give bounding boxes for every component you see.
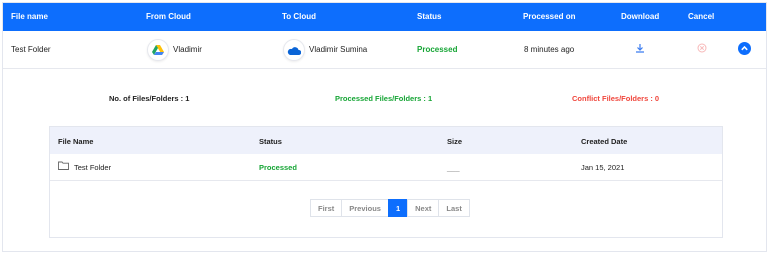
cancel-icon[interactable] [697, 43, 707, 55]
detail-col-file-name: File Name [58, 137, 94, 146]
table-header: File name From Cloud To Cloud Status Pro… [3, 3, 766, 31]
row-file-name: Test Folder [11, 45, 51, 54]
current-page-button[interactable]: 1 [387, 199, 409, 217]
onedrive-icon [283, 39, 305, 61]
chevron-up-icon[interactable] [738, 42, 751, 57]
col-status: Status [417, 12, 442, 21]
detail-size: ___ [447, 163, 460, 172]
files-detail-table: File Name Status Size Created Date Test … [49, 126, 723, 238]
detail-file-name: Test Folder [74, 163, 112, 172]
table-row[interactable]: Test Folder Vladimir Vladimir Sumina Pro… [3, 31, 766, 69]
detail-col-created: Created Date [581, 137, 628, 146]
conflict-count: Conflict Files/Folders : 0 [572, 94, 660, 103]
first-page-button[interactable]: First [310, 199, 343, 217]
detail-created: Jan 15, 2021 [581, 163, 625, 172]
row-to-cloud: Vladimir Sumina [309, 45, 368, 54]
files-count: No. of Files/Folders : 1 [109, 94, 190, 103]
folder-icon [58, 161, 69, 172]
processed-count: Processed Files/Folders : 1 [335, 94, 433, 103]
row-status: Processed [417, 45, 458, 54]
detail-status: Processed [259, 163, 297, 172]
pagination: First Previous 1 Next Last [310, 199, 470, 217]
download-icon[interactable] [635, 43, 645, 55]
transfer-panel: File name From Cloud To Cloud Status Pro… [2, 2, 767, 252]
table-row[interactable]: Test Folder Processed ___ Jan 15, 2021 [50, 154, 722, 181]
col-cancel: Cancel [688, 12, 715, 21]
col-processed-on: Processed on [523, 12, 576, 21]
col-to-cloud: To Cloud [282, 12, 317, 21]
detail-header: File Name Status Size Created Date [50, 127, 722, 154]
next-page-button[interactable]: Next [407, 199, 440, 217]
last-page-button[interactable]: Last [438, 199, 470, 217]
google-drive-icon [147, 39, 169, 61]
col-from-cloud: From Cloud [146, 12, 191, 21]
row-processed-on: 8 minutes ago [524, 45, 575, 54]
col-file-name: File name [11, 12, 48, 21]
col-download: Download [621, 12, 660, 21]
previous-page-button[interactable]: Previous [341, 199, 389, 217]
detail-col-size: Size [447, 137, 463, 146]
row-from-cloud: Vladimir [173, 45, 202, 54]
detail-col-status: Status [259, 137, 282, 146]
